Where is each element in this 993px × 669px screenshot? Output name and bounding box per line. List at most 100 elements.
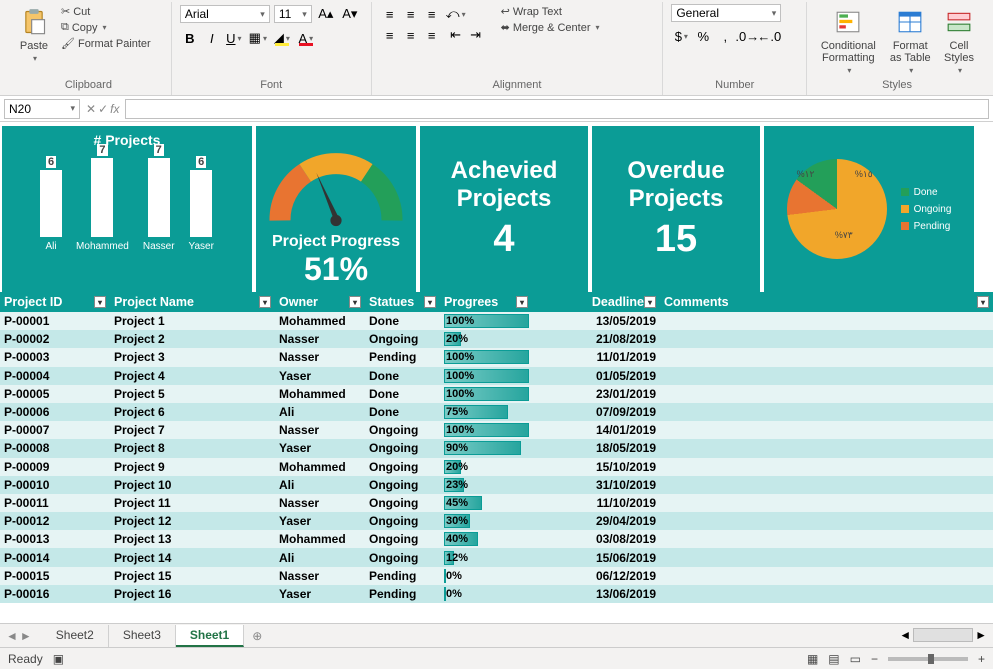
zoom-out-icon[interactable]: −	[871, 652, 878, 666]
sheet-tab[interactable]: Sheet3	[109, 625, 176, 647]
underline-button[interactable]: U▾	[224, 28, 244, 48]
table-row[interactable]: P-00005Project 5MohammedDone100%23/01/20…	[0, 385, 993, 403]
table-row[interactable]: P-00010Project 10AliOngoing23%31/10/2019	[0, 476, 993, 494]
th-owner[interactable]: Owner▾	[275, 295, 365, 309]
table-row[interactable]: P-00007Project 7NasserOngoing100%14/01/2…	[0, 421, 993, 439]
filter-icon[interactable]: ▾	[259, 296, 271, 308]
number-format-select[interactable]: General▾	[671, 4, 781, 22]
font-color-button[interactable]: A▾	[296, 28, 316, 48]
align-bottom-button[interactable]: ≡	[422, 4, 442, 24]
italic-button[interactable]: I	[202, 28, 222, 48]
tab-nav-next-icon[interactable]: ►	[20, 629, 32, 643]
comma-button[interactable]: ,	[715, 26, 735, 46]
view-break-icon[interactable]: ▭	[850, 652, 861, 666]
scroll-right-icon[interactable]: ►	[975, 628, 987, 642]
align-top-button[interactable]: ≡	[380, 4, 400, 24]
th-project-name[interactable]: Project Name▾	[110, 295, 275, 309]
copy-button[interactable]: ⧉Copy▾	[58, 20, 154, 35]
decrease-font-button[interactable]: A▾	[340, 4, 360, 24]
align-right-button[interactable]: ≡	[422, 25, 442, 45]
th-deadline[interactable]: Deadline▾	[532, 295, 660, 309]
filter-icon[interactable]: ▾	[424, 296, 436, 308]
cell-project-name: Project 11	[110, 496, 275, 510]
table-row[interactable]: P-00006Project 6AliDone75%07/09/2019	[0, 403, 993, 421]
percent-button[interactable]: %	[693, 26, 713, 46]
scroll-left-icon[interactable]: ◄	[899, 628, 911, 642]
table-row[interactable]: P-00015Project 15NasserPending0%06/12/20…	[0, 567, 993, 585]
sheet-tab[interactable]: Sheet1	[176, 625, 244, 647]
scroll-track[interactable]	[913, 628, 973, 642]
merge-center-button[interactable]: ⬌Merge & Center▾	[498, 20, 603, 35]
sheet-tab[interactable]: Sheet2	[42, 625, 109, 647]
format-as-table-button[interactable]: Format as Table▾	[886, 4, 935, 77]
font-name-select[interactable]: Arial▾	[180, 5, 270, 23]
accounting-button[interactable]: $▾	[671, 26, 691, 46]
brush-icon: 🖌	[61, 37, 75, 50]
border-button[interactable]: ▦▾	[248, 28, 268, 48]
view-normal-icon[interactable]: ▦	[807, 652, 818, 666]
group-title-alignment: Alignment	[380, 77, 655, 93]
cell-status: Ongoing	[365, 532, 440, 546]
zoom-slider[interactable]	[888, 657, 968, 661]
achieved-value: 4	[493, 218, 514, 261]
conditional-formatting-button[interactable]: Conditional Formatting▾	[815, 4, 881, 77]
font-size-select[interactable]: 11▾	[274, 5, 312, 23]
formula-input[interactable]	[125, 99, 989, 119]
tab-nav-prev-icon[interactable]: ◄	[6, 629, 18, 643]
cell-deadline: 18/05/2019	[532, 441, 660, 455]
macro-record-icon[interactable]: ▣	[53, 652, 64, 666]
orientation-button[interactable]: ⤺▾	[446, 4, 466, 24]
cell-project-id: P-00006	[0, 405, 110, 419]
table-row[interactable]: P-00011Project 11NasserOngoing45%11/10/2…	[0, 494, 993, 512]
th-status[interactable]: Statues▾	[365, 295, 440, 309]
enter-formula-icon[interactable]: ✓	[98, 102, 108, 116]
bold-button[interactable]: B	[180, 28, 200, 48]
add-sheet-button[interactable]: ⊕	[244, 626, 270, 646]
tab-nav: ◄ ►	[6, 629, 32, 643]
decrease-decimal-button[interactable]: ←.0	[759, 26, 779, 46]
format-painter-button[interactable]: 🖌Format Painter	[58, 36, 154, 51]
paste-button[interactable]: Paste ▾	[14, 4, 54, 65]
increase-indent-button[interactable]: ⇥	[466, 25, 486, 45]
table-row[interactable]: P-00013Project 13MohammedOngoing40%03/08…	[0, 530, 993, 548]
filter-icon[interactable]: ▾	[516, 296, 528, 308]
table-row[interactable]: P-00002Project 2NasserOngoing20%21/08/20…	[0, 330, 993, 348]
cut-button[interactable]: ✂Cut	[58, 4, 154, 19]
table-row[interactable]: P-00008Project 8YaserOngoing90%18/05/201…	[0, 439, 993, 457]
fill-color-button[interactable]: ◢▾	[272, 28, 292, 48]
increase-font-button[interactable]: A▴	[316, 4, 336, 24]
filter-icon[interactable]: ▾	[644, 296, 656, 308]
ribbon-group-alignment: ≡ ≡ ≡ ≡ ≡ ≡ ⤺▾ ⇤ ⇥ ↩Wrap Text ⬌Merge & C…	[372, 2, 664, 95]
zoom-in-icon[interactable]: +	[978, 652, 985, 666]
name-box[interactable]: N20▾	[4, 99, 80, 119]
th-progress[interactable]: Progrees▾	[440, 295, 532, 309]
th-project-id[interactable]: Project ID▾	[0, 295, 110, 309]
decrease-indent-button[interactable]: ⇤	[446, 25, 466, 45]
cell-progress: 0%	[440, 568, 532, 584]
increase-decimal-button[interactable]: .0→	[737, 26, 757, 46]
table-row[interactable]: P-00001Project 1MohammedDone100%13/05/20…	[0, 312, 993, 330]
align-middle-button[interactable]: ≡	[401, 4, 421, 24]
table-row[interactable]: P-00014Project 14AliOngoing12%15/06/2019	[0, 548, 993, 566]
wrap-text-button[interactable]: ↩Wrap Text	[498, 4, 603, 19]
worksheet[interactable]: # Projects 6Ali7Mohammed7Nasser6Yaser Pr…	[0, 122, 993, 623]
cell-project-name: Project 8	[110, 441, 275, 455]
table-row[interactable]: P-00016Project 16YaserPending0%13/06/201…	[0, 585, 993, 603]
table-row[interactable]: P-00003Project 3NasserPending100%11/01/2…	[0, 348, 993, 366]
table-row[interactable]: P-00004Project 4YaserDone100%01/05/2019	[0, 367, 993, 385]
table-row[interactable]: P-00009Project 9MohammedOngoing20%15/10/…	[0, 458, 993, 476]
filter-icon[interactable]: ▾	[349, 296, 361, 308]
cell-deadline: 31/10/2019	[532, 478, 660, 492]
filter-icon[interactable]: ▾	[94, 296, 106, 308]
view-page-icon[interactable]: ▤	[828, 652, 839, 666]
cell-styles-button[interactable]: Cell Styles▾	[939, 4, 979, 77]
fx-icon[interactable]: fx	[110, 102, 119, 116]
align-left-button[interactable]: ≡	[380, 25, 400, 45]
table-row[interactable]: P-00012Project 12YaserOngoing30%29/04/20…	[0, 512, 993, 530]
cell-project-id: P-00005	[0, 387, 110, 401]
cancel-formula-icon[interactable]: ✕	[86, 102, 96, 116]
filter-icon[interactable]: ▾	[977, 296, 989, 308]
th-comments[interactable]: Comments▾	[660, 295, 993, 309]
align-center-button[interactable]: ≡	[401, 25, 421, 45]
horizontal-scrollbar[interactable]: ◄ ►	[899, 628, 987, 642]
